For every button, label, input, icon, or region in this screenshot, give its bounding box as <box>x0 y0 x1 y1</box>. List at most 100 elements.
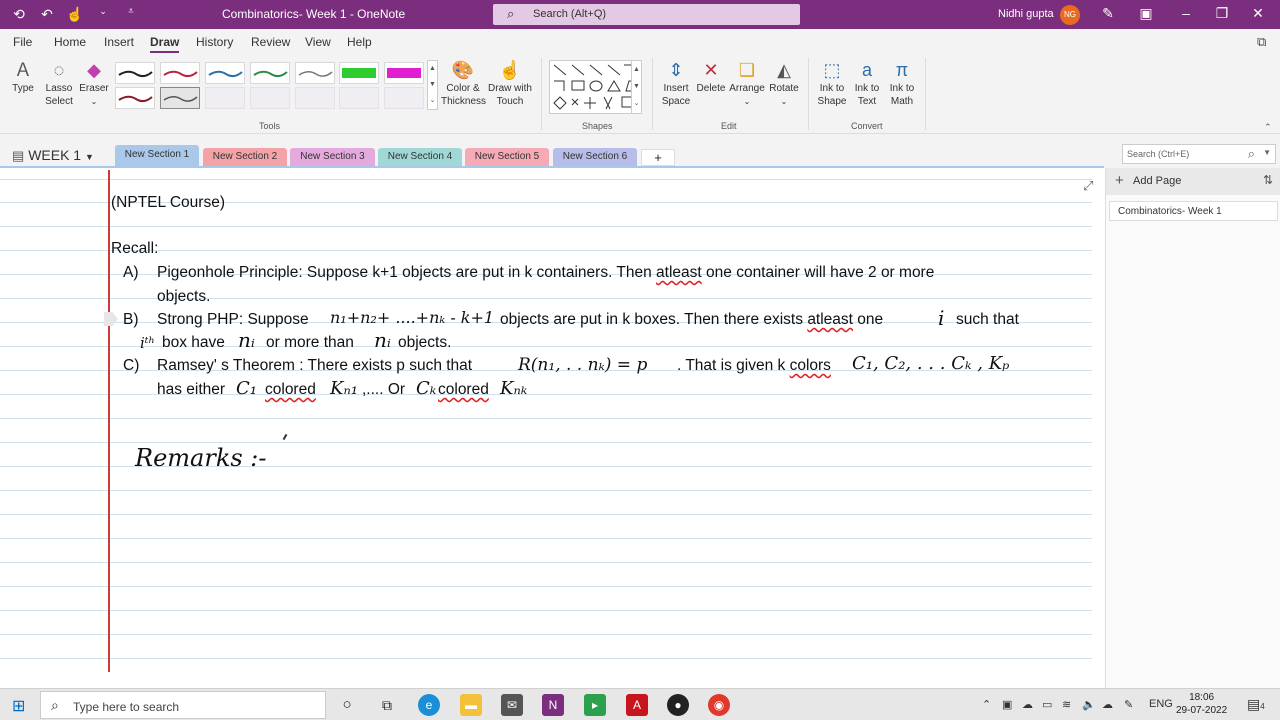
notification-count: 4 <box>1260 702 1265 711</box>
chevron-down-icon[interactable]: ⌄ <box>94 6 112 23</box>
pen-slot-empty[interactable] <box>250 87 290 109</box>
ink-to-math-button[interactable]: π Ink to Math <box>885 58 919 108</box>
tab-new-section-1[interactable]: New Section 1 <box>115 145 199 167</box>
eraser-button[interactable]: ◆ Eraser ⌄ <box>78 58 110 108</box>
tab-new-section-4[interactable]: New Section 4 <box>378 148 462 167</box>
clock[interactable]: 18:06 29-07-2022 <box>1176 691 1227 717</box>
menu-home[interactable]: Home <box>54 35 86 49</box>
ink-to-text-button[interactable]: a Ink to Text <box>850 58 884 108</box>
collapse-ribbon-icon[interactable]: ⌃ <box>1264 122 1272 133</box>
tab-new-section-6[interactable]: New Section 6 <box>553 148 637 167</box>
pen-selected[interactable] <box>160 87 200 109</box>
ink-colors-list: C₁, C₂, . . . Cₖ , Kₚ <box>852 353 1010 374</box>
ink-sum-n: n₁+n₂+ ....+nₖ - k+1 <box>330 308 495 327</box>
shapes-scroll[interactable]: ▲ ▼ ⌄ <box>631 60 642 114</box>
battery-icon[interactable]: ▭ <box>1042 698 1052 711</box>
shapes-gallery[interactable] <box>549 60 641 114</box>
customize-toolbar-icon[interactable]: ⩡ <box>122 6 140 23</box>
wifi-icon[interactable]: ≋ <box>1062 698 1071 711</box>
close-icon[interactable]: ✕ <box>1248 5 1268 22</box>
onedrive-icon[interactable]: ☁ <box>1102 698 1113 711</box>
pen-blue[interactable] <box>205 62 245 84</box>
pen-black[interactable] <box>115 62 155 84</box>
menu-insert[interactable]: Insert <box>104 35 134 49</box>
acrobat-icon[interactable]: A <box>626 694 648 716</box>
expand-page-icon[interactable]: ⤢ <box>1083 178 1093 194</box>
edge-icon[interactable]: e <box>418 694 440 716</box>
highlighter-magenta[interactable] <box>384 62 424 84</box>
paragraph-handle[interactable] <box>104 312 118 326</box>
pen-gallery-scroll[interactable]: ▲ ▼ ⌄ <box>427 60 438 110</box>
note-canvas[interactable]: ⤢ (NPTEL Course) Recall: A) Pigeonhole P… <box>0 168 1104 688</box>
maximize-icon[interactable]: ❐ <box>1212 5 1232 22</box>
item-b-text-6: objects. <box>398 334 452 351</box>
type-button[interactable]: Ａ Type <box>8 58 38 95</box>
pen-slot-empty[interactable] <box>205 87 245 109</box>
meet-now-icon[interactable]: ▣ <box>1002 698 1012 711</box>
menu-draw[interactable]: Draw <box>150 35 180 53</box>
item-a-text-1: Pigeonhole Principle: Suppose k+1 object… <box>157 264 657 281</box>
meet-icon[interactable]: ▸ <box>584 694 606 716</box>
add-section-button[interactable]: + <box>641 149 675 166</box>
pen-green[interactable] <box>250 62 290 84</box>
windows-start-icon[interactable]: ⊞ <box>12 696 25 716</box>
pen-gray[interactable] <box>295 62 335 84</box>
menu-help[interactable]: Help <box>347 35 372 49</box>
search-input[interactable]: ⌕ Search (Alt+Q) <box>493 4 800 25</box>
item-c-colored-1: colored <box>265 381 316 399</box>
notifications-icon[interactable]: ▤4 <box>1247 696 1265 713</box>
insert-space-button[interactable]: ⇕ Insert Space <box>660 58 692 108</box>
pen-icon[interactable]: ✎ <box>1098 5 1118 22</box>
chrome-icon[interactable]: ◉ <box>708 694 730 716</box>
touch-mode-icon[interactable]: ☝ <box>66 6 84 23</box>
title-bar-controls: ⟲ ↶ ☝ ⌄ ⩡ <box>10 6 140 23</box>
notebook-selector[interactable]: ▤ WEEK 1 ▼ <box>12 147 94 164</box>
language-indicator[interactable]: ENG <box>1149 698 1173 710</box>
open-panel-icon[interactable]: ⧉ <box>1257 34 1266 50</box>
chevron-down-icon: ⌄ <box>743 97 751 106</box>
cortana-icon[interactable]: ○ <box>336 694 358 716</box>
recorder-icon[interactable]: ● <box>667 694 689 716</box>
notebook-search-input[interactable]: Search (Ctrl+E) ⌕ ▼ <box>1122 144 1276 164</box>
user-name[interactable]: Nidhi gupta <box>998 8 1054 20</box>
ink-to-shape-button[interactable]: ⬚ Ink to Shape <box>815 58 849 108</box>
pen-slot-empty[interactable] <box>384 87 424 109</box>
onenote-icon[interactable]: N <box>542 694 564 716</box>
tray-chevron-up-icon[interactable]: ⌃ <box>982 698 991 711</box>
file-explorer-icon[interactable]: ▬ <box>460 694 482 716</box>
page-item[interactable]: Combinatorics- Week 1 <box>1109 201 1278 221</box>
pen-red[interactable] <box>160 62 200 84</box>
item-b-text-2: objects are put in k boxes. Then there e… <box>500 311 883 329</box>
tab-new-section-2[interactable]: New Section 2 <box>203 148 287 167</box>
notebook-name: WEEK 1 <box>28 147 82 163</box>
taskbar-search-input[interactable]: ⌕ Type here to search <box>40 691 326 719</box>
volume-icon[interactable]: 🔈 <box>1082 698 1096 711</box>
minimize-icon[interactable]: – <box>1176 5 1196 21</box>
menu-review[interactable]: Review <box>251 35 290 49</box>
mail-icon[interactable]: ✉ <box>501 694 523 716</box>
arrange-button[interactable]: ❏ Arrange ⌄ <box>729 58 765 108</box>
task-view-icon[interactable]: ⧉ <box>376 694 398 716</box>
full-screen-icon[interactable]: ▣ <box>1136 5 1156 22</box>
tab-new-section-3[interactable]: New Section 3 <box>290 148 375 167</box>
pen-workspace-icon[interactable]: ✎ <box>1124 698 1133 711</box>
back-icon[interactable]: ⟲ <box>10 6 28 23</box>
sort-icon[interactable]: ⇅ <box>1263 173 1273 187</box>
pen-slot-empty[interactable] <box>295 87 335 109</box>
add-page-button[interactable]: + Add Page ⇅ <box>1106 168 1280 195</box>
lasso-select-button[interactable]: ◌ Lasso Select <box>42 58 76 108</box>
menu-file[interactable]: File <box>13 35 32 49</box>
pen-dark-red[interactable] <box>115 87 155 109</box>
delete-button[interactable]: ✕ Delete <box>695 58 727 95</box>
color-thickness-button[interactable]: 🎨 Color & Thickness <box>441 58 486 108</box>
avatar[interactable]: NG <box>1060 5 1080 25</box>
menu-history[interactable]: History <box>196 35 233 49</box>
menu-view[interactable]: View <box>305 35 331 49</box>
pen-slot-empty[interactable] <box>339 87 379 109</box>
cloud-icon[interactable]: ☁ <box>1022 698 1033 711</box>
tab-new-section-5[interactable]: New Section 5 <box>465 148 549 167</box>
draw-with-touch-button[interactable]: ☝ Draw with Touch <box>487 58 533 108</box>
rotate-button[interactable]: ◭ Rotate ⌄ <box>767 58 801 108</box>
undo-icon[interactable]: ↶ <box>38 6 56 23</box>
highlighter-green[interactable] <box>339 62 379 84</box>
